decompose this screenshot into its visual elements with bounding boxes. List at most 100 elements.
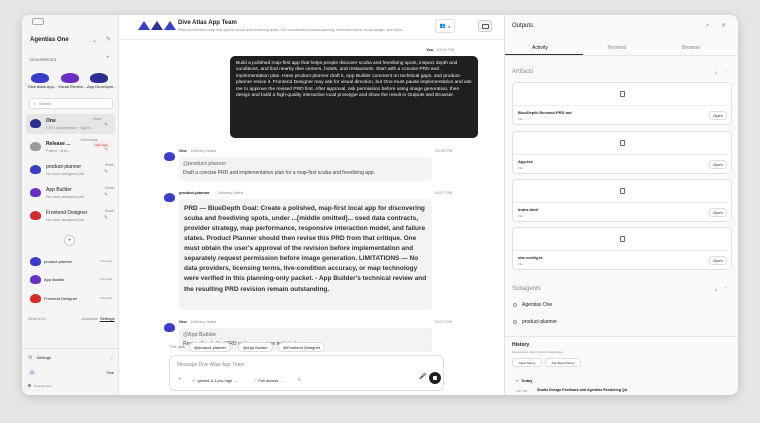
message-time: 03:07 PM [435,319,453,324]
mention-chip-frontend-designer[interactable]: @Frontend Designer [278,342,326,352]
ask-history-button[interactable]: Ask about history [545,358,581,367]
subagent-item[interactable]: Agentias One [513,302,552,308]
message-bubble: @product-planner Draft a concise PRD and… [179,157,432,181]
artifact-card[interactable]: index.html File Open [512,179,732,222]
artifact-type: File [518,262,523,266]
taskforces-label: TASKFORCES [29,57,57,62]
page-title: Dive Atlas App Team [178,20,237,26]
tab-terminal[interactable]: Terminal [607,45,626,51]
member-item[interactable]: product-planner This task [26,254,115,270]
access-selector[interactable]: ◔ Full access ⌄ [254,378,284,383]
edit-icon[interactable]: ✎ [104,192,108,198]
agent-avatar-icon [30,142,41,151]
artifact-card[interactable]: vite.config.ts File Open [512,227,732,270]
message-input[interactable]: Message Dive Atlas App Team [177,362,244,368]
external-link-icon[interactable]: ↗ [705,23,709,29]
artifact-card[interactable]: BlueDepth-Revised-PRD.md File Open [512,82,732,125]
settings-link[interactable]: Settings [100,316,114,321]
open-button[interactable]: Open [709,111,727,120]
panel-toggle-button[interactable] [478,20,492,32]
tab-browser[interactable]: Browser [682,45,700,51]
artifact-name: vite.config.ts [518,255,543,260]
artifact-type: File [518,166,523,170]
message-text: Draft a concise PRD and implementation p… [183,170,376,176]
today-group[interactable]: ▾ Today [516,378,533,383]
model-name: gemini-3.1-pro-high [197,378,233,383]
chevron-down-icon: ▾ [516,378,519,383]
add-taskforce-icon[interactable]: + [106,55,110,61]
gear-icon: ⚙ [28,354,33,361]
artifact-type: File [518,214,523,218]
member-time: This task [100,277,113,281]
chat-time: Draft [105,185,114,190]
history-title: History [512,342,530,348]
history-item[interactable]: Studio Design Feedback and Agentias Rend… [537,388,627,392]
chat-panel: Dive Atlas App Team Plans and builds a m… [119,15,504,395]
open-button[interactable]: Open [709,160,727,169]
chevron-up-icon[interactable]: ⌃ [724,286,727,291]
add-member-button[interactable]: + [64,235,75,246]
subagent-item[interactable]: product-planner [513,319,557,325]
settings-button[interactable]: ⚙ Settings ⌄ [28,353,114,362]
microphone-icon[interactable]: 🎤 [419,373,426,380]
open-button[interactable]: Open [709,256,727,265]
mention: @product-planner [183,161,227,167]
new-chat-icon[interactable]: ✎ [106,36,111,43]
file-icon [620,236,625,242]
artifact-name: App.tsx [518,159,533,164]
edit-icon[interactable]: ✎ [104,122,108,128]
clear-history-button[interactable]: Clear history [512,358,542,367]
message-bubble: PRD — BlueDepth Goal: Create a polished,… [179,199,432,310]
members-button[interactable]: 👥 4 [435,19,455,33]
stop-icon [433,376,437,380]
users-icon: 👥 [439,23,446,29]
taskforce-name: App Developm... [87,84,117,89]
edit-icon[interactable]: ✎ [104,147,108,153]
chat-item-one[interactable]: One CEO orchestrator · Agen... Now ✎ [26,114,115,134]
member-item[interactable]: Frontend Designer This task [26,291,115,307]
chat-item-release[interactable]: Release ... Failed · test... Yesterday S… [26,137,115,157]
history-item-time: 4:27 PM [516,389,528,393]
attach-icon[interactable]: + [178,377,182,383]
chat-sub: CEO orchestrator · Agen... [46,125,94,130]
user-profile[interactable]: O One [28,368,114,377]
mention-chip-app-builder[interactable]: @App Builder [238,342,273,352]
chat-name: App Builder [46,187,72,193]
edit-icon[interactable]: ✎ [104,169,108,175]
edit-icon[interactable]: ✎ [104,215,108,221]
taskforce-item[interactable]: Visual Review ... [58,67,88,91]
member-item[interactable]: App Builder This task [26,272,115,288]
search-box[interactable]: ⌕ Search [29,98,113,109]
agent-avatar-icon [30,211,41,220]
mention: @App Builder [183,332,217,338]
artifact-card[interactable]: App.tsx File Open [512,131,732,174]
user-name: One [106,370,114,375]
close-icon[interactable]: ✕ [721,22,726,29]
header-divider [119,39,504,40]
sidebar-toggle-icon[interactable] [32,18,44,25]
lightning-icon[interactable]: ϟ [298,377,301,383]
model-selector[interactable]: ◎ gemini-3.1-pro-high ⌄ [192,378,238,383]
chevron-up-icon[interactable]: ⌃ [724,69,727,74]
message-time: 03:05 PM [435,148,453,153]
card-divider [513,250,731,251]
chat-item-app-builder[interactable]: App Builder No work assigned yet Draft ✎ [26,183,115,203]
chat-item-frontend-designer[interactable]: Frontend Designer No work assigned yet D… [26,206,115,226]
taskforce-item[interactable]: App Developm... [87,67,117,91]
chat-item-product-planner[interactable]: product-planner No work assigned yet Dra… [26,160,115,180]
artifact-name: index.html [518,207,539,212]
workspace-chevron-icon[interactable]: ⌄ [92,37,97,44]
search-input[interactable]: Search [39,101,52,106]
stop-button[interactable] [429,372,441,384]
desktop-view-toggle[interactable]: Desktop view [28,382,52,389]
open-button[interactable]: Open [709,208,727,217]
chat-name: product-planner [46,164,82,170]
chevron-down-icon: ⌄ [109,354,114,361]
taskforce-logo-icon [61,73,79,83]
message-status: Delivery failed [218,190,244,195]
mention-chip-product-planner[interactable]: @product-planner [189,342,232,352]
taskforce-item[interactable]: Dive Atlas App... [28,67,57,91]
tab-activity[interactable]: Activity [532,45,548,51]
workspace-name[interactable]: Agentias One [30,37,69,43]
chat-sub: Failed · test... [46,148,71,153]
